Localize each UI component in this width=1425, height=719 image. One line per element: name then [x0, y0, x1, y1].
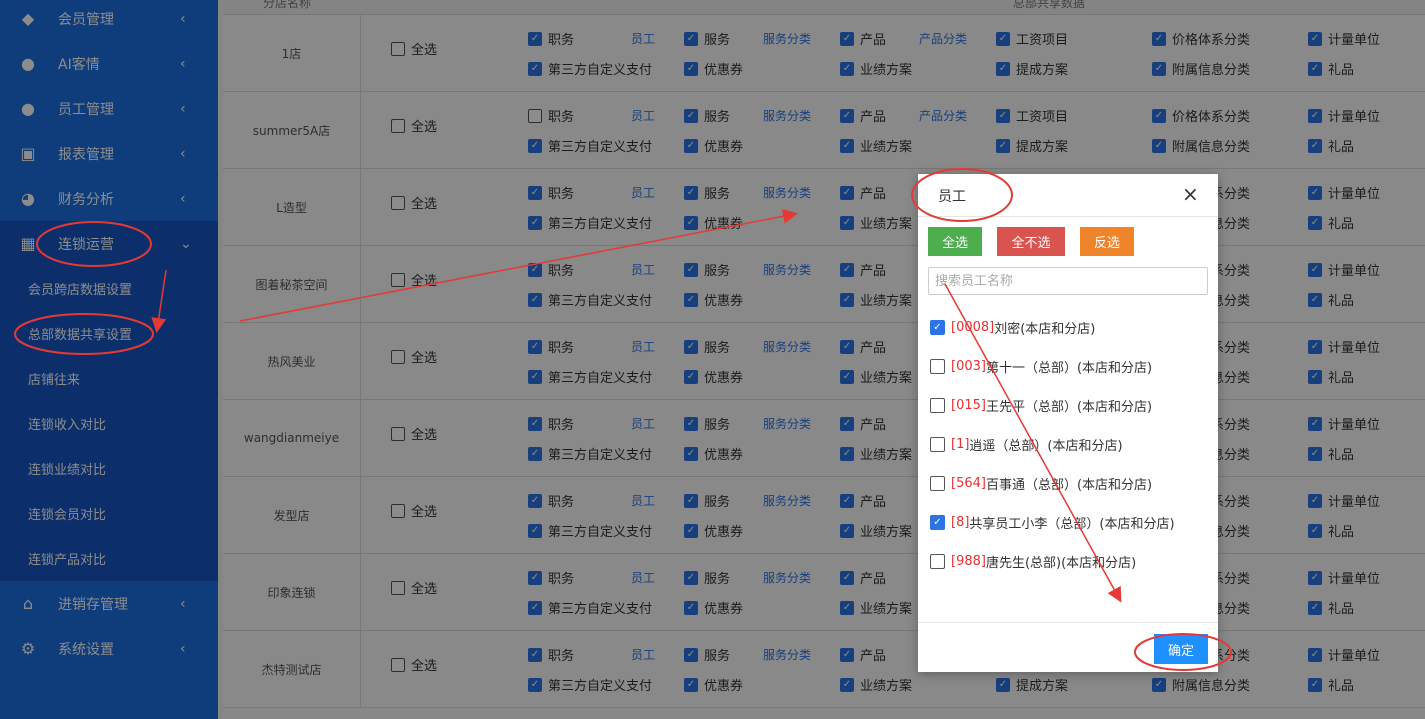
employee-name: 第十一（总部）(本店和分店) — [985, 361, 1153, 376]
employee-name: 共享员工小李（总部）(本店和分店) — [969, 517, 1175, 532]
modal-title: 员工 — [938, 189, 966, 205]
employee-item[interactable]: [564] 百事通（总部）(本店和分店) — [930, 474, 1152, 493]
employee-code: [8] — [951, 515, 970, 530]
employee-item[interactable]: ✓ [0008] 刘密(本店和分店) — [930, 318, 1095, 337]
checkbox[interactable] — [930, 359, 945, 374]
checkbox[interactable] — [930, 437, 945, 452]
modal-divider — [918, 622, 1218, 623]
close-icon[interactable]: × — [1182, 182, 1199, 206]
select-all-button[interactable]: 全选 — [928, 227, 982, 256]
invert-button[interactable]: 反选 — [1080, 227, 1134, 256]
employee-code: [0008] — [951, 320, 995, 335]
employee-name: 逍遥（总部）(本店和分店) — [969, 439, 1123, 454]
employee-item[interactable]: [1] 逍遥（总部）(本店和分店) — [930, 435, 1123, 454]
checkbox[interactable] — [930, 476, 945, 491]
employee-code: [015] — [951, 398, 986, 413]
checkbox[interactable] — [930, 554, 945, 569]
employee-name: 王先平（总部）(本店和分店) — [985, 400, 1153, 415]
employee-code: [1] — [951, 437, 970, 452]
employee-item[interactable]: [988] 唐先生(总部)(本店和分店) — [930, 552, 1136, 571]
employee-code: [003] — [951, 359, 986, 374]
search-input[interactable] — [928, 267, 1208, 295]
employee-name: 唐先生(总部)(本店和分店) — [985, 556, 1137, 571]
checkbox[interactable] — [930, 398, 945, 413]
employee-modal: 员工 × 全选 全不选 反选 ✓ [0008]刘密(本店和分店) [003]第十… — [918, 174, 1218, 672]
employee-item[interactable]: ✓ [8] 共享员工小李（总部）(本店和分店) — [930, 513, 1175, 532]
employee-code: [988] — [951, 554, 986, 569]
modal-header: 员工 × — [918, 174, 1218, 217]
checkbox[interactable]: ✓ — [930, 320, 945, 335]
employee-name: 百事通（总部）(本店和分店) — [985, 478, 1153, 493]
employee-name: 刘密(本店和分店) — [994, 322, 1096, 337]
confirm-button[interactable]: 确定 — [1154, 634, 1208, 664]
employee-item[interactable]: [003] 第十一（总部）(本店和分店) — [930, 357, 1152, 376]
employee-code: [564] — [951, 476, 986, 491]
employee-item[interactable]: [015] 王先平（总部）(本店和分店) — [930, 396, 1152, 415]
select-none-button[interactable]: 全不选 — [997, 227, 1065, 256]
checkbox[interactable]: ✓ — [930, 515, 945, 530]
